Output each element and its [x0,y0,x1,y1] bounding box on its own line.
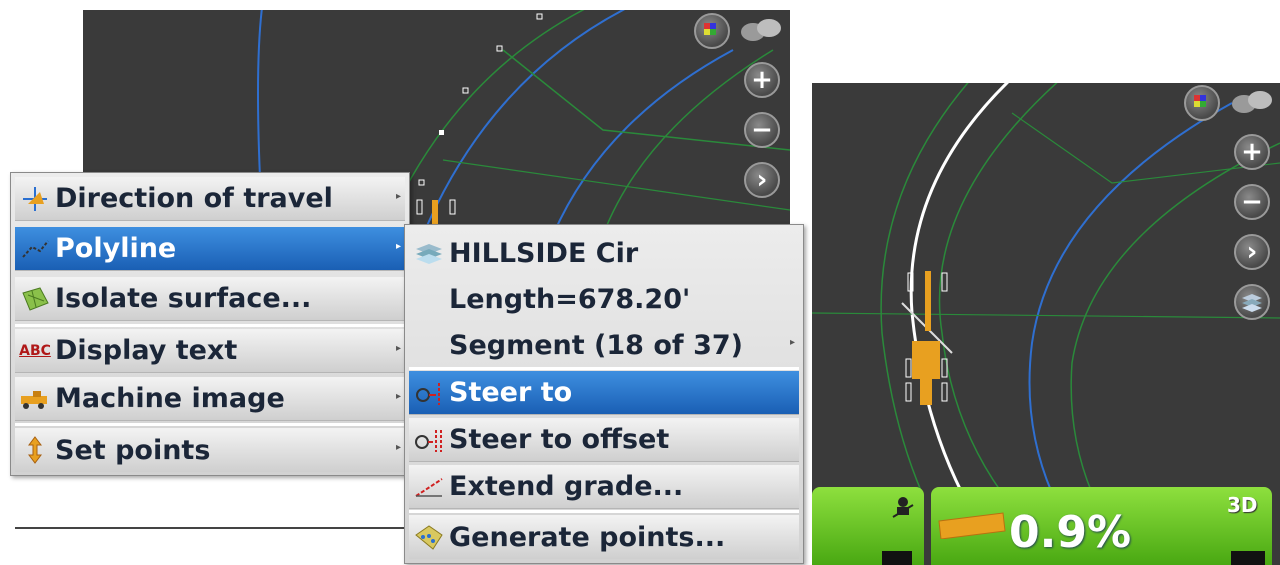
polyline-length: Length=678.20' [449,283,691,315]
zoom-out-icon-right[interactable]: − [1234,184,1270,220]
status-indicator-right [1231,551,1265,565]
menu-separator [409,510,799,513]
abc-text-icon: ABC [19,342,51,359]
submenu-arrow-icon: ▸ [395,241,401,252]
submenu-arrow-icon: ▸ [395,391,401,402]
menu-item-set-points[interactable]: Set points ▸ [15,428,405,472]
layers-stack-icon [409,237,449,269]
layers-icon-right[interactable] [1184,85,1220,121]
menu-separator [409,367,799,370]
menu-item-label: Extend grade... [449,471,684,502]
status-tile-machine[interactable] [812,487,924,565]
polyline-length-row: Length=678.20' [449,277,799,321]
menu-item-label: Display text [55,335,238,366]
menu-item-polyline[interactable]: Polyline ▸ [15,227,405,271]
menu-item-machine-image[interactable]: Machine image ▸ [15,377,405,421]
polyline-submenu: HILLSIDE Cir Length=678.20' Segment (18 … [404,224,804,564]
polyline-name: HILLSIDE Cir [449,237,639,269]
blade-icon [937,509,1007,540]
set-points-icon [15,434,55,466]
submenu-arrow-icon: ▸ [395,191,401,202]
machine-silhouette-icon [739,16,783,44]
menu-item-direction-of-travel[interactable]: Direction of travel ▸ [15,177,405,221]
menu-item-label: Isolate surface... [55,283,312,314]
map-linework-right [812,83,1280,493]
steer-to-offset-icon [409,424,449,456]
polyline-segment: Segment (18 of 37) [449,329,743,361]
status-indicator [882,551,912,565]
machine-image-icon [15,383,55,415]
polyline-name-row: HILLSIDE Cir [409,231,799,275]
zoom-out-icon[interactable]: − [744,112,780,148]
polyline-icon [15,233,55,265]
zoom-in-icon-right[interactable]: + [1234,134,1270,170]
polyline-segment-row[interactable]: Segment (18 of 37) ▸ [449,323,799,367]
menu-item-label: Set points [55,434,211,466]
divider [15,527,407,529]
menu-item-generate-points[interactable]: Generate points... [409,515,799,559]
machine-silhouette-icon-right [1230,88,1274,116]
context-menu: Direction of travel ▸ Polyline ▸ Isolate… [10,172,410,476]
menu-item-isolate-surface[interactable]: Isolate surface... [15,277,405,321]
menu-item-label: Machine image [55,383,285,414]
generate-points-icon [409,521,449,553]
status-tile-grade[interactable]: 0.9% 3D [931,487,1272,565]
menu-separator [15,324,405,327]
menu-item-steer-to-offset[interactable]: Steer to offset [409,418,799,462]
menu-item-label: Generate points... [449,521,726,553]
menu-separator [15,423,405,426]
isolate-surface-icon [15,283,55,315]
extend-grade-icon [409,471,449,503]
menu-item-label: Steer to offset [449,424,670,455]
submenu-arrow-icon: ▸ [789,337,795,348]
layers-icon[interactable] [694,13,730,49]
menu-item-label: Steer to [449,377,573,408]
surface-layers-icon[interactable] [1234,284,1270,320]
machine-person-icon [890,495,916,521]
menu-item-label: Direction of travel [55,183,333,214]
next-icon-right[interactable]: › [1234,234,1270,270]
submenu-arrow-icon: ▸ [395,343,401,354]
submenu-arrow-icon: ▸ [395,442,401,453]
direction-of-travel-icon [15,183,55,215]
menu-item-steer-to[interactable]: Steer to [409,371,799,415]
menu-item-extend-grade[interactable]: Extend grade... [409,465,799,509]
grade-value: 0.9% [1009,507,1132,558]
menu-item-label: Polyline [55,233,177,264]
mode-label: 3D [1227,493,1258,517]
menu-item-display-text[interactable]: ABC Display text ▸ [15,329,405,373]
next-icon[interactable]: › [744,162,780,198]
zoom-in-icon[interactable]: + [744,62,780,98]
steer-to-icon [409,377,449,409]
